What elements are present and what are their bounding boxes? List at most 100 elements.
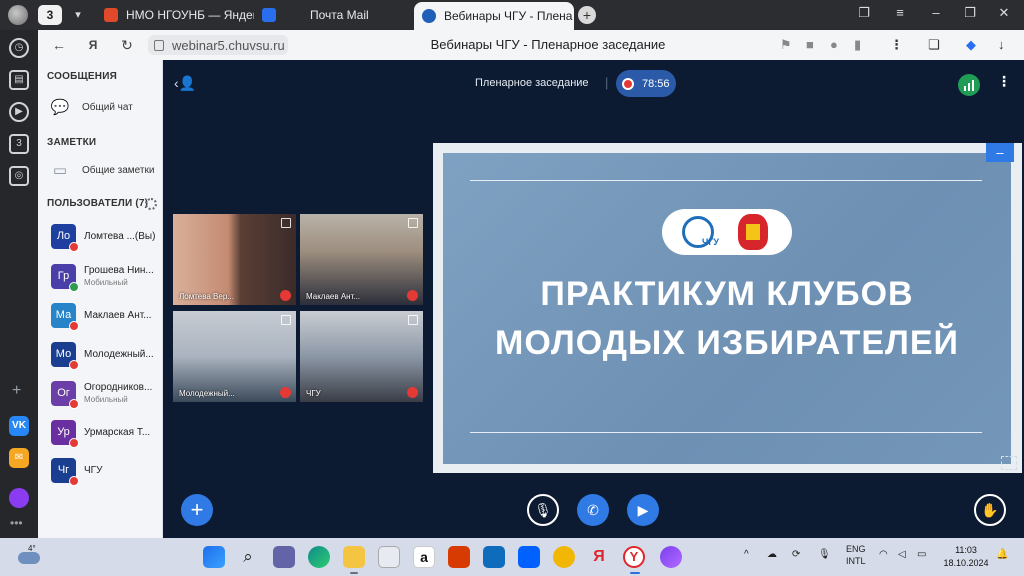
- user-item[interactable]: Ло Ломтева ...(Вы): [51, 221, 163, 252]
- mic-muted-icon: [69, 320, 79, 331]
- chat-icon: 💬: [50, 99, 70, 116]
- browser-tab-webinar[interactable]: Вебинары ЧГУ - Плена ✕: [414, 2, 574, 30]
- teams-icon[interactable]: [273, 546, 295, 568]
- restore-icon[interactable]: ❐: [960, 5, 980, 21]
- weather-widget[interactable]: 4°: [18, 544, 44, 568]
- wifi-icon[interactable]: ◠: [879, 549, 888, 560]
- reload-icon[interactable]: ↻: [118, 36, 136, 54]
- back-icon[interactable]: ←: [50, 36, 68, 54]
- mic-muted-icon: [69, 475, 79, 486]
- phone-button[interactable]: ✆: [577, 494, 609, 526]
- user-name: Ломтева ...(Вы): [84, 230, 156, 242]
- volume-icon[interactable]: ◁: [898, 549, 906, 560]
- outlook-mail-icon[interactable]: [483, 546, 505, 568]
- add-icon[interactable]: +: [12, 382, 21, 400]
- user-item[interactable]: Гр Грошева Нин... Мобильный: [51, 261, 163, 292]
- search-icon[interactable]: ⌕: [237, 546, 259, 568]
- dropbox-icon[interactable]: [518, 546, 540, 568]
- alice-icon[interactable]: [9, 488, 29, 508]
- mic-icon[interactable]: ●: [830, 37, 838, 52]
- yandex-icon[interactable]: Я: [588, 546, 610, 568]
- edge-icon[interactable]: [308, 546, 330, 568]
- expand-icon[interactable]: [281, 218, 291, 228]
- bookmark-icon[interactable]: ▮: [854, 37, 861, 53]
- expand-icon[interactable]: [281, 315, 291, 325]
- browser-tab-mail[interactable]: Почта Mail: [262, 3, 402, 27]
- chevron-down-icon[interactable]: ▾: [66, 5, 90, 25]
- mic-icon[interactable]: 🎙: [818, 549, 831, 560]
- play-icon[interactable]: ▶: [9, 102, 29, 122]
- mic-muted-icon: [69, 398, 79, 409]
- battery-icon[interactable]: ▭: [917, 549, 926, 560]
- video-tile[interactable]: ЧГУ: [299, 310, 424, 403]
- sync-icon[interactable]: ⟳: [792, 549, 800, 560]
- camera-toggle-button[interactable]: ▶: [627, 494, 659, 526]
- general-notes-item[interactable]: ▭ Общие заметки: [50, 157, 155, 183]
- vk-icon[interactable]: VK: [9, 416, 29, 436]
- minimize-slide-button[interactable]: –: [986, 143, 1014, 162]
- fullscreen-icon[interactable]: [1001, 456, 1017, 470]
- browser-tab-strip: 3 ▾ НМО НГОУНБ — Яндекс Г Почта Mail Веб…: [0, 0, 1024, 30]
- extensions-icon[interactable]: ❏: [928, 37, 940, 53]
- general-chat-item[interactable]: 💬 Общий чат: [50, 94, 133, 120]
- user-item[interactable]: Ур Урмарская Т...: [51, 417, 163, 448]
- more-icon[interactable]: •••: [10, 516, 23, 530]
- yandex-browser-icon[interactable]: Y: [623, 546, 645, 568]
- notification-bell-icon[interactable]: 🔔: [996, 549, 1008, 560]
- system-clock[interactable]: 11:03 18.10.2024: [941, 544, 991, 570]
- add-button[interactable]: +: [181, 494, 213, 526]
- tab-count-icon[interactable]: 3: [9, 134, 29, 154]
- start-icon[interactable]: [203, 546, 225, 568]
- new-tab-button[interactable]: +: [578, 6, 596, 24]
- user-item[interactable]: Мо Молодежный...: [51, 339, 163, 370]
- user-device: Мобильный: [84, 278, 128, 287]
- collapse-panel-icon[interactable]: ‹👤: [174, 75, 196, 92]
- yandex-icon[interactable]: Я: [84, 36, 102, 54]
- translate-icon[interactable]: ⚑: [780, 37, 792, 53]
- signal-strength-icon[interactable]: [958, 74, 980, 96]
- minimize-icon[interactable]: –: [926, 5, 946, 20]
- tabs-icon[interactable]: ❐: [854, 5, 874, 21]
- folder-icon[interactable]: [343, 546, 365, 568]
- chevron-up-icon[interactable]: ^: [744, 549, 749, 560]
- mail-icon[interactable]: ✉: [9, 448, 29, 468]
- collections-icon[interactable]: ▤: [9, 70, 29, 90]
- expand-icon[interactable]: [408, 315, 418, 325]
- office-icon[interactable]: [448, 546, 470, 568]
- more-vert-icon[interactable]: ⋮: [997, 73, 1011, 90]
- onedrive-icon[interactable]: ☁: [767, 549, 777, 560]
- alice-icon[interactable]: [660, 546, 682, 568]
- close-window-icon[interactable]: ✕: [994, 5, 1014, 21]
- raise-hand-button[interactable]: ✋: [974, 494, 1006, 526]
- video-tile[interactable]: Маклаев Ант...: [299, 213, 424, 306]
- presentation-slide[interactable]: ЧГУ ПРАКТИКУМ КЛУБОВ МОЛОДЫХ ИЗБИРАТЕЛЕЙ…: [433, 143, 1022, 473]
- more-vert-icon[interactable]: ⋮: [890, 37, 903, 53]
- menu-icon[interactable]: ≡: [890, 5, 910, 20]
- store-icon[interactable]: [378, 546, 400, 568]
- video-tile[interactable]: Молодежный...: [172, 310, 297, 403]
- chrome-icon[interactable]: [553, 546, 575, 568]
- history-icon[interactable]: ◷: [9, 38, 29, 58]
- browser-sidebar: ◷ ▤ ▶ 3 ◎ + VK ✉ •••: [0, 30, 38, 538]
- webinar-icon: [422, 9, 436, 23]
- user-item[interactable]: Ог Огородников... Мобильный: [51, 378, 163, 409]
- tab-count-button[interactable]: 3: [38, 5, 62, 25]
- user-item[interactable]: Ма Маклаев Ант...: [51, 300, 163, 331]
- profile-avatar[interactable]: [8, 5, 28, 25]
- url-field[interactable]: webinar5.chuvsu.ru: [148, 35, 288, 55]
- screenshot-icon[interactable]: ◎: [9, 166, 29, 186]
- mic-toggle-button[interactable]: 🎙: [527, 494, 559, 526]
- browser-tab-nmo[interactable]: НМО НГОУНБ — Яндекс Г: [104, 3, 254, 27]
- camera-icon[interactable]: ■: [806, 37, 814, 52]
- user-name: Огородников...: [84, 382, 153, 393]
- download-icon[interactable]: ↓: [998, 37, 1005, 52]
- video-tile[interactable]: Ломтева Вер...: [172, 213, 297, 306]
- amazon-icon[interactable]: a: [413, 546, 435, 568]
- slide-content: ЧГУ ПРАКТИКУМ КЛУБОВ МОЛОДЫХ ИЗБИРАТЕЛЕЙ: [443, 153, 1011, 464]
- expand-icon[interactable]: [408, 218, 418, 228]
- settings-gear-icon[interactable]: [145, 198, 157, 210]
- user-item[interactable]: Чг ЧГУ: [51, 455, 163, 486]
- recording-indicator[interactable]: 78:56: [616, 70, 676, 97]
- security-icon[interactable]: ◆: [966, 37, 976, 53]
- language-indicator[interactable]: ENG INTL: [846, 543, 866, 567]
